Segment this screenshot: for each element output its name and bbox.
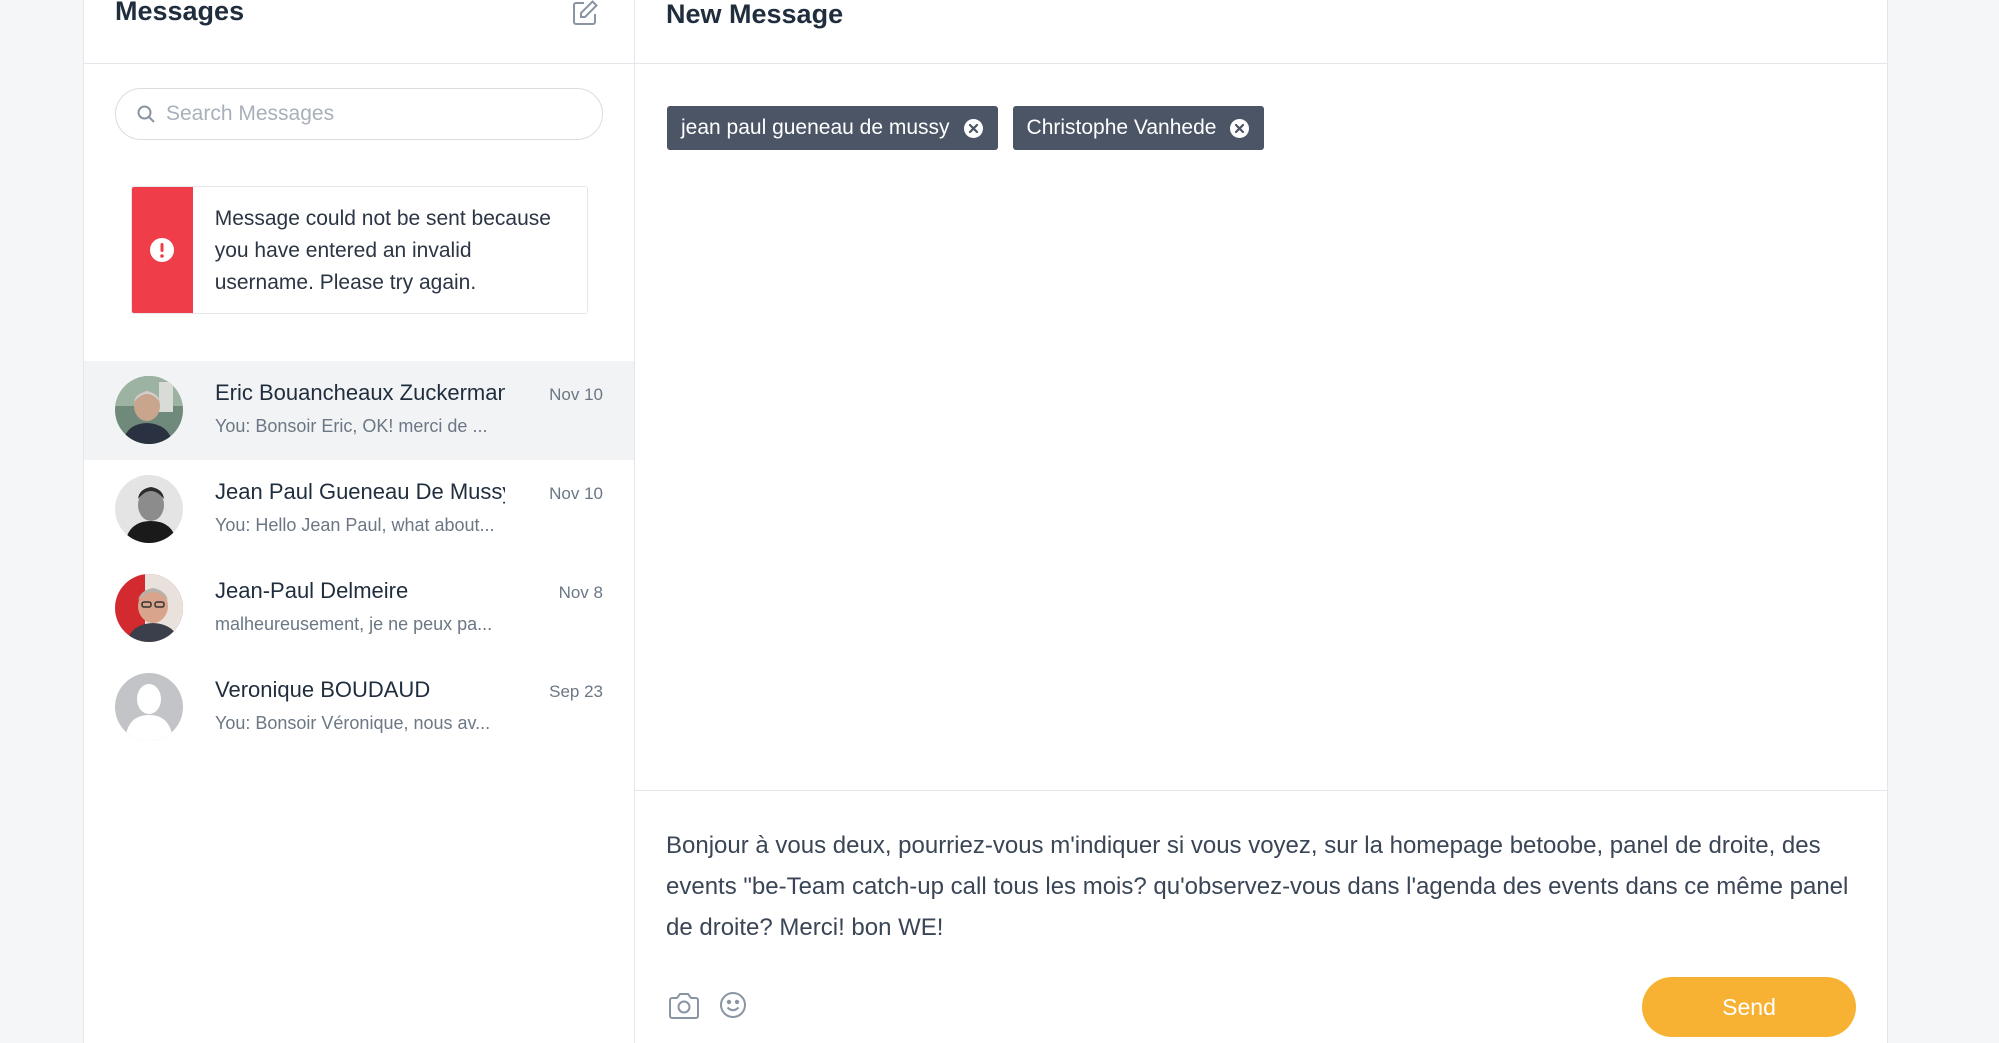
conversation-list: Eric Bouancheaux Zuckerman Nov 10 You: B… — [84, 361, 634, 757]
conversation-date: Nov 10 — [549, 484, 603, 503]
alert-bar — [132, 187, 193, 313]
conversation-preview: You: Bonsoir Véronique, nous av... — [215, 713, 491, 733]
avatar — [115, 376, 183, 444]
conversation-item[interactable]: Jean-Paul Delmeire Nov 8 malheureusement… — [84, 559, 634, 658]
conversation-preview: You: Bonsoir Eric, OK! merci de ... — [215, 416, 488, 436]
conversation-date: Sep 23 — [549, 682, 603, 701]
recipient-label: jean paul gueneau de mussy — [681, 116, 950, 139]
conversation-item[interactable]: Jean Paul Gueneau De Mussy Nov 10 You: H… — [84, 460, 634, 559]
avatar — [115, 574, 183, 642]
sidebar-header: Messages — [84, 0, 634, 64]
remove-recipient-icon[interactable] — [1229, 118, 1250, 139]
recipients-field[interactable]: jean paul gueneau de mussy Christophe Va… — [667, 106, 1265, 150]
sidebar-title: Messages — [115, 0, 245, 26]
conversation-item[interactable]: Veronique BOUDAUD Sep 23 You: Bonsoir Vé… — [84, 658, 634, 757]
page-title: New Message — [666, 0, 844, 29]
conversation-name: Jean Paul Gueneau De Mussy — [215, 479, 505, 504]
message-composer: Bonjour à vous deux, pourriez-vous m'ind… — [635, 790, 1887, 1043]
send-button[interactable]: Send — [1642, 977, 1856, 1037]
conversation-date: Nov 8 — [558, 583, 603, 602]
error-alert: Message could not be sent because you ha… — [131, 186, 588, 314]
conversation-name: Jean-Paul Delmeire — [215, 578, 409, 603]
search-input[interactable] — [166, 102, 586, 126]
recipient-chip: jean paul gueneau de mussy — [667, 106, 998, 150]
conversation-date: Nov 10 — [549, 385, 603, 404]
conversation-preview: You: Hello Jean Paul, what about... — [215, 515, 495, 535]
avatar — [115, 475, 183, 543]
exclamation-icon — [150, 238, 175, 262]
alert-message: Message could not be sent because you ha… — [214, 207, 551, 294]
avatar — [115, 673, 183, 741]
remove-recipient-icon[interactable] — [963, 118, 984, 139]
camera-icon[interactable] — [667, 991, 701, 1021]
compose-icon[interactable] — [570, 0, 600, 28]
conversation-name: Veronique BOUDAUD — [215, 677, 431, 702]
recipient-label: Christophe Vanhede — [1026, 116, 1217, 139]
search-box[interactable] — [115, 88, 603, 140]
sidebar: Messages Messa — [84, 0, 635, 1043]
new-message-panel: New Message jean paul gueneau de mussy C… — [635, 0, 1887, 1043]
search-icon — [137, 105, 155, 123]
conversation-name: Eric Bouancheaux Zuckerman — [215, 380, 505, 405]
recipient-chip: Christophe Vanhede — [1012, 106, 1265, 150]
conversation-preview: malheureusement, je ne peux pa... — [215, 614, 493, 634]
main-header: New Message — [635, 0, 1887, 64]
emoji-icon[interactable] — [718, 990, 748, 1020]
message-input[interactable]: Bonjour à vous deux, pourriez-vous m'ind… — [666, 825, 1866, 955]
conversation-item[interactable]: Eric Bouancheaux Zuckerman Nov 10 You: B… — [84, 361, 634, 460]
messages-app: Messages Messa — [83, 0, 1888, 1043]
